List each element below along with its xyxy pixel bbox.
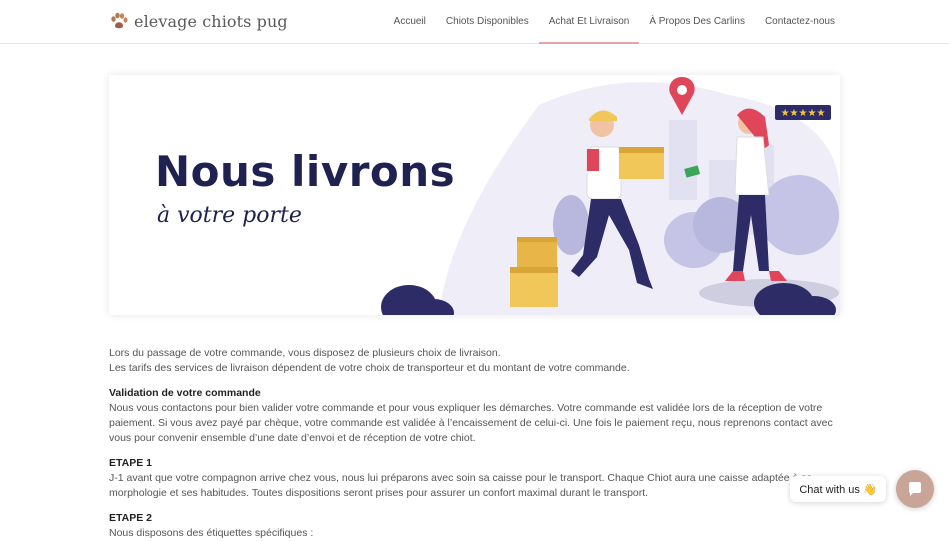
site-header: elevage chiots pug Accueil Chiots Dispon… <box>0 0 949 44</box>
main-nav: Accueil Chiots Disponibles Achat Et Livr… <box>384 0 845 44</box>
etape2-heading: ETAPE 2 <box>109 512 152 524</box>
etape1-text: J-1 avant que votre compagnon arrive che… <box>109 472 813 499</box>
delivery-content: Lors du passage de votre commande, vous … <box>109 346 844 541</box>
chat-launcher-button[interactable] <box>896 470 934 508</box>
validation-text: Nous vous contactons pour bien valider v… <box>109 402 833 444</box>
banner-subtitle: à votre porte <box>157 203 302 228</box>
rating-stars: ★★★★★ <box>781 108 826 119</box>
nav-accueil[interactable]: Accueil <box>384 0 436 43</box>
etape1-heading: ETAPE 1 <box>109 457 152 469</box>
nav-a-propos[interactable]: À Propos Des Carlins <box>639 0 755 43</box>
nav-chiots-disponibles[interactable]: Chiots Disponibles <box>436 0 539 43</box>
etape2-text: Nous disposons des étiquettes spécifique… <box>109 527 314 539</box>
validation-heading: Validation de votre commande <box>109 387 261 399</box>
banner-title: Nous livrons <box>155 147 456 196</box>
logo-text: elevage chiots pug <box>134 11 288 31</box>
site-logo[interactable]: elevage chiots pug <box>109 11 288 31</box>
nav-contact[interactable]: Contactez-nous <box>755 0 845 43</box>
intro-line-2: Les tarifs des services de livraison dép… <box>109 362 630 374</box>
nav-achat-livraison[interactable]: Achat Et Livraison <box>538 0 640 44</box>
chat-icon <box>909 482 921 496</box>
chat-with-us-bubble[interactable]: Chat with us 👋 <box>790 476 886 502</box>
intro-line-1: Lors du passage de votre commande, vous … <box>109 347 501 359</box>
delivery-banner: ★★★★★ Nous livrons à votre porte <box>109 75 840 315</box>
paw-icon <box>111 12 128 29</box>
